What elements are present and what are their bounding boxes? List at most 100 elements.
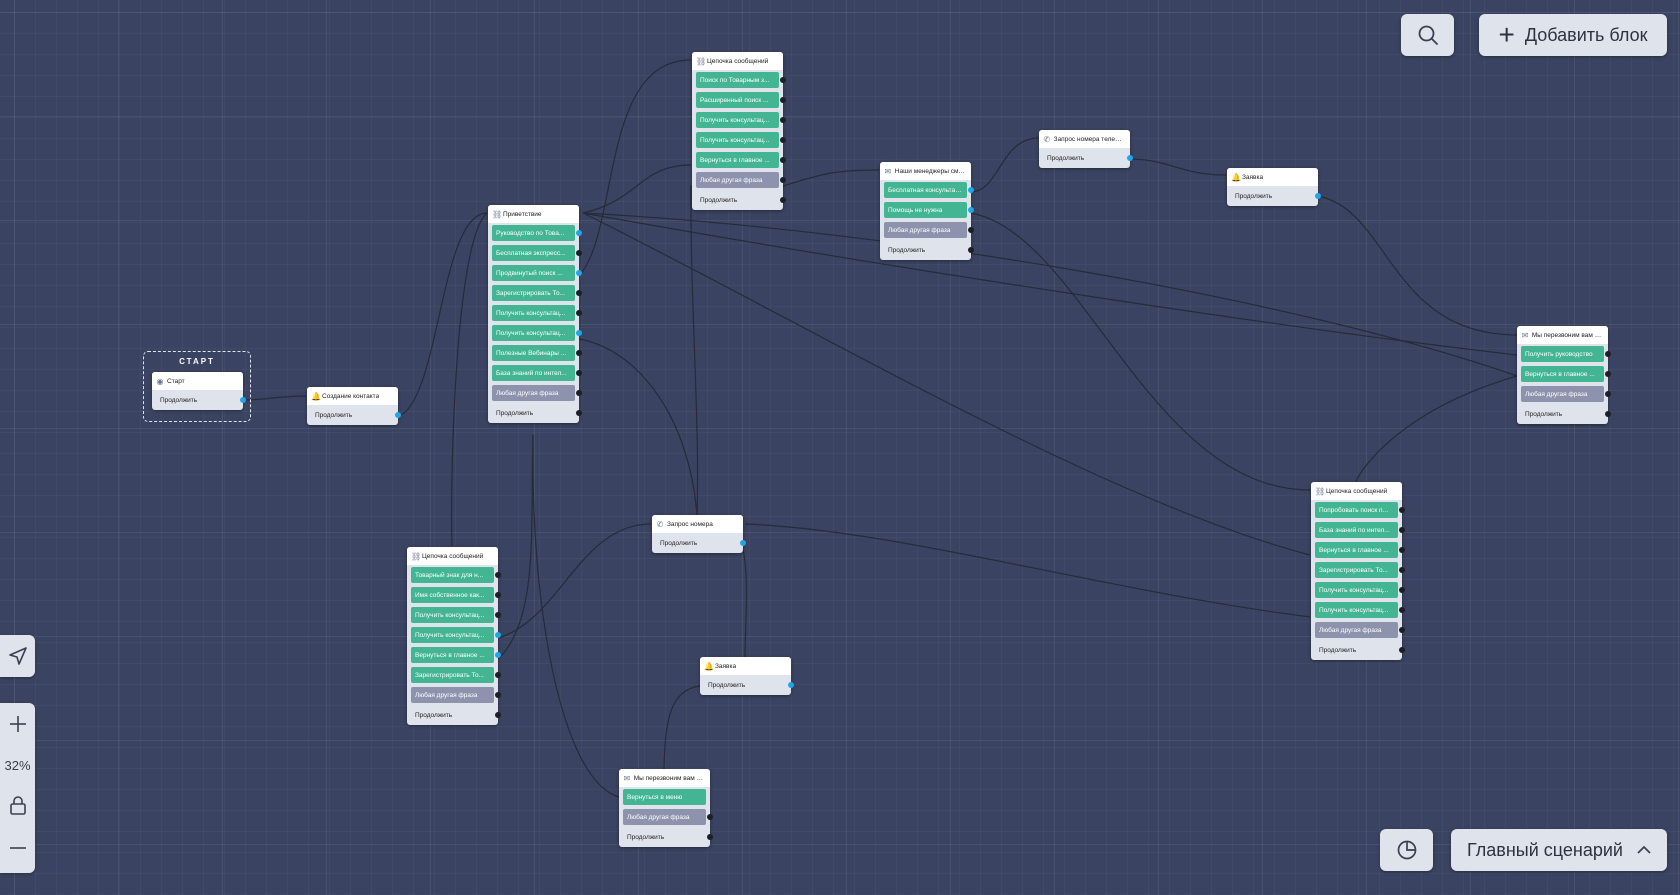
- output-port[interactable]: [576, 250, 582, 256]
- continue-button[interactable]: Продолжить: [656, 535, 746, 551]
- reply-button[interactable]: База знаний по интел...: [1315, 522, 1405, 538]
- output-port[interactable]: [495, 592, 501, 598]
- output-port[interactable]: [780, 137, 786, 143]
- output-port[interactable]: [495, 712, 501, 718]
- reply-button[interactable]: Получить консультац...: [492, 305, 582, 321]
- reply-button[interactable]: Вернуться в главное ...: [1315, 542, 1405, 558]
- output-port[interactable]: [576, 310, 582, 316]
- reply-button[interactable]: Бесплатная экспресс...: [492, 245, 582, 261]
- output-port[interactable]: [968, 247, 974, 253]
- output-port[interactable]: [576, 230, 582, 236]
- output-port[interactable]: [576, 370, 582, 376]
- output-port[interactable]: [576, 290, 582, 296]
- node-chain-left[interactable]: ⛓ Цепочка сообщений Товарный знак для н..…: [407, 547, 501, 725]
- reply-button[interactable]: Расширенный поиск ...: [696, 92, 786, 108]
- reply-button[interactable]: Попробовать поиск п...: [1315, 502, 1405, 518]
- reply-button[interactable]: Вернуться в главное ...: [1521, 366, 1611, 382]
- output-port[interactable]: [576, 390, 582, 396]
- reply-button[interactable]: Получить консультац...: [696, 112, 786, 128]
- output-port[interactable]: [395, 412, 401, 418]
- node-callback-right[interactable]: ✉ Мы перезвоним вам в ... Получить руково…: [1517, 326, 1611, 424]
- continue-button[interactable]: Продолжить: [1315, 642, 1405, 658]
- output-port[interactable]: [1605, 411, 1611, 417]
- output-port[interactable]: [1399, 647, 1405, 653]
- output-port[interactable]: [1605, 351, 1611, 357]
- continue-button[interactable]: Продолжить: [156, 392, 246, 408]
- output-port[interactable]: [495, 672, 501, 678]
- reply-button[interactable]: Получить консультац...: [411, 627, 501, 643]
- output-port[interactable]: [780, 157, 786, 163]
- node-phone-request-mid[interactable]: ✆ Запрос номера Продолжить: [652, 515, 746, 553]
- reply-button[interactable]: Продвинутый поиск ...: [492, 265, 582, 281]
- output-port[interactable]: [1399, 547, 1405, 553]
- output-port[interactable]: [780, 197, 786, 203]
- zoom-in-button[interactable]: [0, 703, 35, 745]
- output-port[interactable]: [495, 572, 501, 578]
- node-chain-right[interactable]: ⛓ Цепочка сообщений Попробовать поиск п..…: [1311, 482, 1405, 660]
- reply-button[interactable]: Получить консультац...: [411, 607, 501, 623]
- node-create-contact[interactable]: 🔔 Создание контакта Продолжить: [307, 387, 401, 425]
- output-port[interactable]: [780, 177, 786, 183]
- output-port[interactable]: [780, 77, 786, 83]
- add-block-button[interactable]: + Добавить блок: [1479, 14, 1667, 56]
- output-port[interactable]: [576, 330, 582, 336]
- output-port[interactable]: [576, 350, 582, 356]
- output-port[interactable]: [780, 97, 786, 103]
- output-port[interactable]: [707, 834, 713, 840]
- output-port[interactable]: [1399, 507, 1405, 513]
- reply-button[interactable]: Получить консультац...: [1315, 582, 1405, 598]
- continue-button[interactable]: Продолжить: [1231, 188, 1321, 204]
- search-button[interactable]: [1401, 14, 1454, 56]
- node-request-top[interactable]: 🔔 Заявка Продолжить: [1227, 168, 1321, 206]
- continue-button[interactable]: Продолжить: [696, 192, 786, 208]
- reply-button[interactable]: Зарегистрировать То...: [411, 667, 501, 683]
- continue-button[interactable]: Продолжить: [623, 829, 713, 845]
- reply-button[interactable]: Вернуться в меню: [623, 789, 706, 805]
- output-port[interactable]: [1399, 607, 1405, 613]
- lock-button[interactable]: [0, 785, 35, 827]
- reply-button[interactable]: Руководство по Това...: [492, 225, 582, 241]
- output-port[interactable]: [576, 410, 582, 416]
- node-managers[interactable]: ✉ Наши менеджеры смог... Бесплатная консу…: [880, 162, 974, 260]
- reply-button[interactable]: Имя собственное как...: [411, 587, 501, 603]
- any-phrase-button[interactable]: Любая другая фраза: [884, 222, 974, 238]
- output-port[interactable]: [495, 652, 501, 658]
- output-port[interactable]: [1315, 193, 1321, 199]
- output-port[interactable]: [1127, 155, 1133, 161]
- any-phrase-button[interactable]: Любая другая фраза: [1315, 622, 1405, 638]
- reply-button[interactable]: Получить консультац...: [492, 325, 582, 341]
- output-port[interactable]: [1605, 371, 1611, 377]
- continue-button[interactable]: Продолжить: [411, 707, 501, 723]
- output-port[interactable]: [780, 117, 786, 123]
- pointer-button[interactable]: [0, 635, 35, 677]
- reply-button[interactable]: Зарегистрировать То...: [492, 285, 582, 301]
- node-chain-top[interactable]: ⛓ Цепочка сообщений Поиск по Товарным з..…: [692, 52, 786, 210]
- reply-button[interactable]: Бесплатная консультация: [884, 182, 974, 198]
- continue-button[interactable]: Продолжить: [884, 242, 974, 258]
- zoom-out-button[interactable]: [0, 827, 35, 869]
- output-port[interactable]: [576, 270, 582, 276]
- start-node[interactable]: ◉ Старт Продолжить: [152, 372, 246, 410]
- reply-button[interactable]: Полезные Вебинары ...: [492, 345, 582, 361]
- any-phrase-button[interactable]: Любая другая фраза: [1521, 386, 1611, 402]
- output-port[interactable]: [968, 187, 974, 193]
- reply-button[interactable]: Вернуться в главное ...: [411, 647, 501, 663]
- any-phrase-button[interactable]: Любая другая фраза: [623, 809, 713, 825]
- reply-button[interactable]: Помощь не нужна: [884, 202, 974, 218]
- reply-button[interactable]: База знаний по интел...: [492, 365, 582, 381]
- output-port[interactable]: [788, 682, 794, 688]
- continue-button[interactable]: Продолжить: [311, 407, 401, 423]
- continue-button[interactable]: Продолжить: [704, 677, 794, 693]
- output-port[interactable]: [495, 632, 501, 638]
- any-phrase-button[interactable]: Любая другая фраза: [492, 385, 582, 401]
- output-port[interactable]: [1399, 587, 1405, 593]
- scenario-selector[interactable]: Главный сценарий: [1451, 829, 1667, 871]
- output-port[interactable]: [740, 540, 746, 546]
- reply-button[interactable]: Товарный знак для н...: [411, 567, 501, 583]
- any-phrase-button[interactable]: Любая другая фраза: [696, 172, 786, 188]
- reply-button[interactable]: Получить консультац...: [696, 132, 786, 148]
- continue-button[interactable]: Продолжить: [1043, 150, 1133, 166]
- output-port[interactable]: [1399, 527, 1405, 533]
- reply-button[interactable]: Получить консультац...: [1315, 602, 1405, 618]
- output-port[interactable]: [968, 207, 974, 213]
